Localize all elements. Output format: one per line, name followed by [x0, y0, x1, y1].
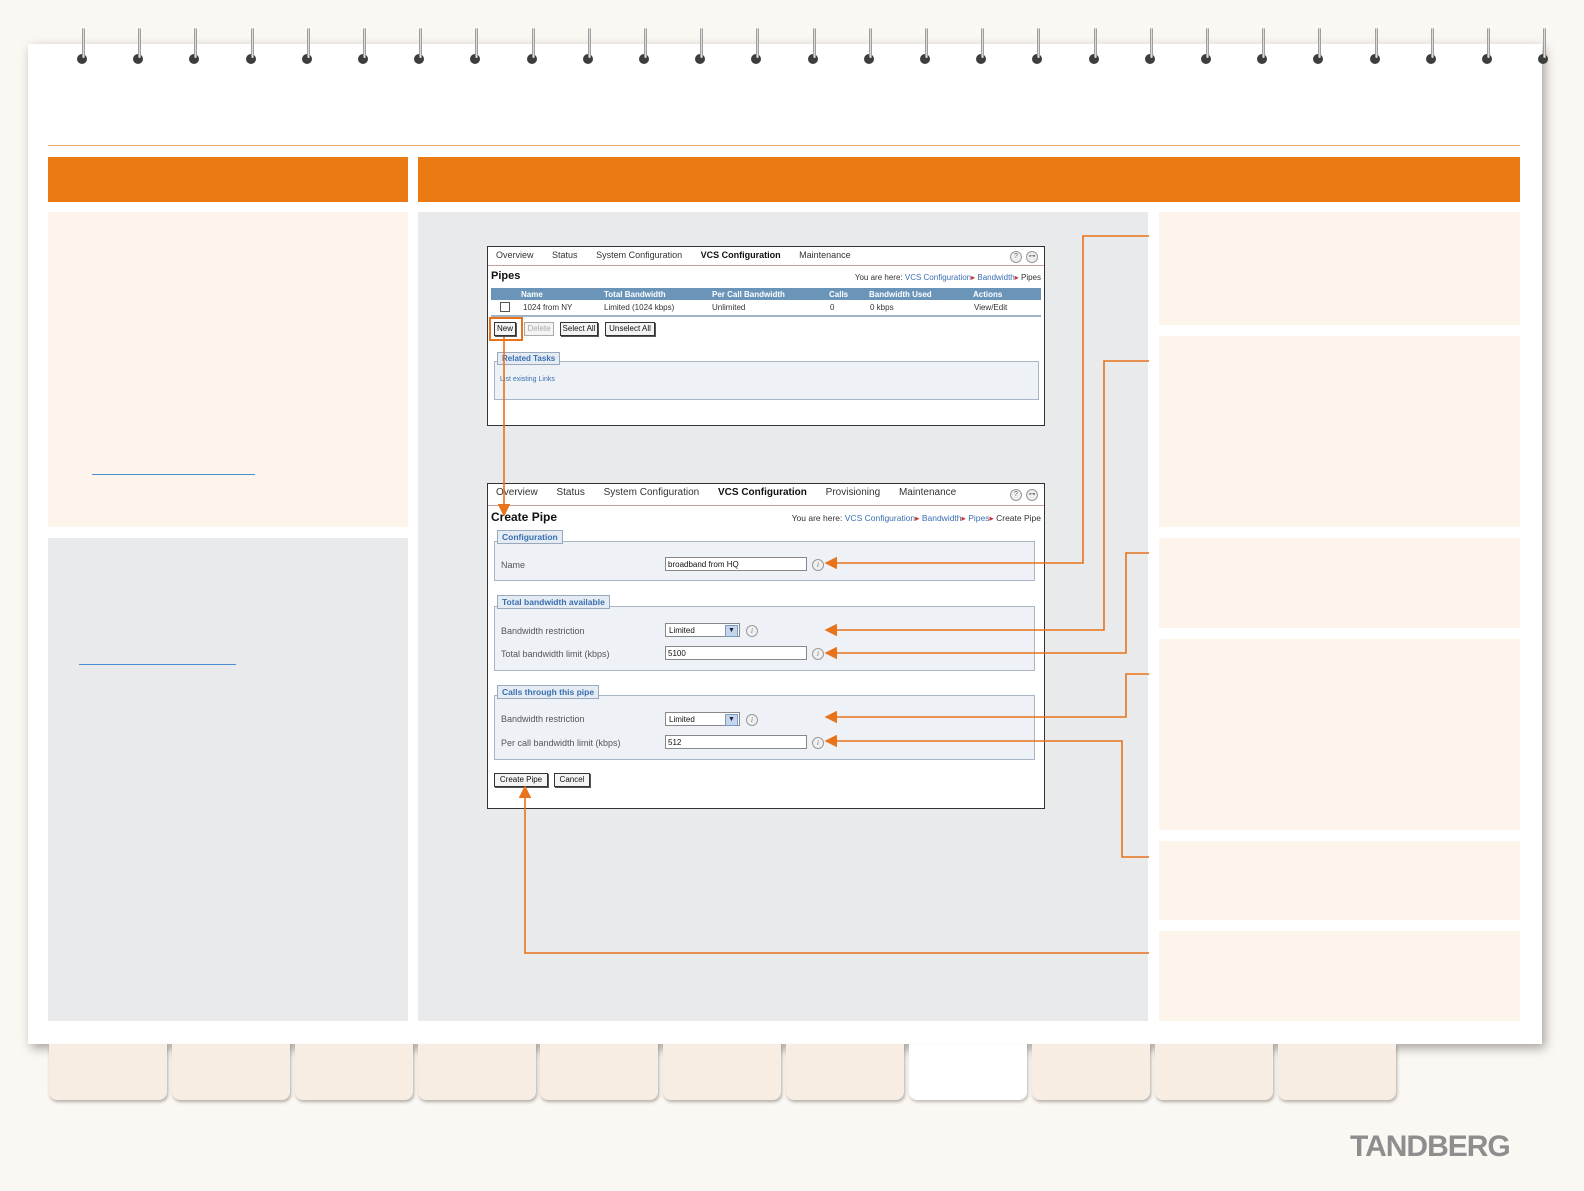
section-tab-11[interactable] — [1278, 1044, 1396, 1100]
section-tab-2[interactable] — [172, 1044, 290, 1100]
section-tab-8-active[interactable] — [909, 1044, 1027, 1100]
callout-lines — [497, 235, 1149, 954]
section-tab-9[interactable] — [1032, 1044, 1150, 1100]
callout-total-limit — [824, 552, 1149, 660]
section-tab-7[interactable] — [786, 1044, 904, 1100]
section-tab-4[interactable] — [418, 1044, 536, 1100]
section-tab-1[interactable] — [49, 1044, 167, 1100]
tandberg-logo: TANDBERG — [1350, 1130, 1511, 1163]
callout-call-restriction — [824, 673, 1149, 724]
section-tab-5[interactable] — [540, 1044, 658, 1100]
section-tab-6[interactable] — [663, 1044, 781, 1100]
section-tab-3[interactable] — [295, 1044, 413, 1100]
callout-total-restriction — [824, 360, 1149, 637]
callout-create-pipe — [518, 785, 1149, 954]
callout-name — [824, 235, 1149, 570]
section-tab-10[interactable] — [1155, 1044, 1273, 1100]
callout-call-limit — [824, 734, 1149, 858]
